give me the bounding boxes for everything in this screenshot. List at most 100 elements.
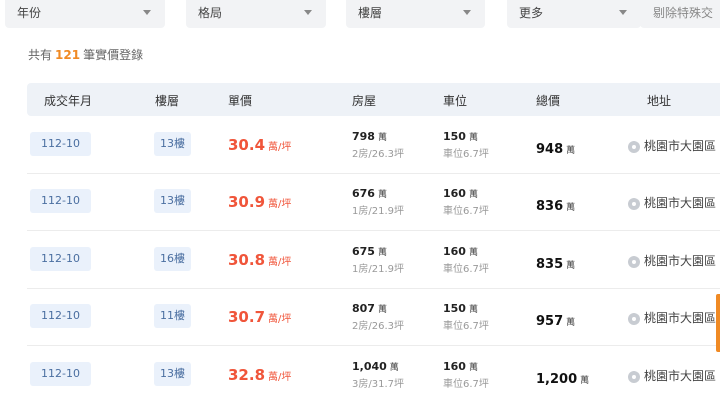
table-row[interactable]: 112-10 13樓 30.4 萬/坪 798 萬 2房/26.3坪 150 萬車位6.7坪 94… xyxy=(27,116,720,174)
total-price: 948 萬 xyxy=(536,138,575,157)
unit-price: 30.8 萬/坪 xyxy=(228,250,291,269)
date-tag: 112-10 xyxy=(30,189,91,213)
table-row[interactable]: 112-10 16樓 30.8 萬/坪 675 萬 1房/21.9坪 160 萬車位6.7坪 83… xyxy=(27,231,720,289)
unit-price: 30.4 萬/坪 xyxy=(228,135,291,154)
address[interactable]: 桃園市大園區 xyxy=(628,309,716,326)
parking-detail: 車位6.7坪 xyxy=(443,206,489,217)
parking-detail: 車位6.7坪 xyxy=(443,379,489,390)
house-cell: 798 萬 2房/26.3坪 xyxy=(352,130,404,160)
table-header: 成交年月 樓層 單價 房屋 車位 總價 地址 xyxy=(27,83,720,116)
chevron-down-icon xyxy=(463,10,471,15)
table-row[interactable]: 112-10 11樓 30.7 萬/坪 807 萬 2房/26.3坪 150 萬車位6.7坪 95… xyxy=(27,288,720,346)
unit-price-value: 30.9 xyxy=(228,193,266,211)
location-pin-icon xyxy=(628,255,640,268)
date-tag: 112-10 xyxy=(30,132,91,156)
address-text: 桃園市大園區 xyxy=(644,311,717,325)
chevron-down-icon xyxy=(143,10,151,15)
house-detail: 1房/21.9坪 xyxy=(352,206,404,217)
table-row[interactable]: 112-10 13樓 32.8 萬/坪 1,040 萬 3房/31.7坪 160 萬車位6.7坪… xyxy=(27,346,720,403)
house-price: 1,040 xyxy=(352,360,387,373)
column-header-floor[interactable]: 樓層 xyxy=(155,92,179,109)
wan-unit: 萬 xyxy=(389,363,399,373)
floating-side-tab[interactable] xyxy=(716,294,720,352)
wan-unit: 萬 xyxy=(566,146,576,156)
exclude-special-label: 剔除特殊交 xyxy=(653,6,714,20)
unit-price-unit: 萬/坪 xyxy=(268,142,292,153)
unit-price: 32.8 萬/坪 xyxy=(228,365,291,384)
floor-tag: 13樓 xyxy=(154,189,191,213)
total-price-value: 948 xyxy=(536,142,564,157)
address[interactable]: 桃園市大園區 xyxy=(628,137,716,154)
wan-unit: 萬 xyxy=(566,203,576,213)
exclude-special-toggle[interactable]: 剔除特殊交 xyxy=(640,0,720,28)
house-price: 798 xyxy=(352,130,375,143)
house-price: 675 xyxy=(352,245,375,258)
parking-price: 160 xyxy=(443,245,466,258)
parking-price: 160 xyxy=(443,187,466,200)
address-text: 桃園市大園區 xyxy=(644,139,717,153)
column-header-date[interactable]: 成交年月 xyxy=(44,92,92,109)
year-filter-label: 年份 xyxy=(17,6,42,20)
year-filter[interactable]: 年份 xyxy=(5,0,165,28)
location-pin-icon xyxy=(628,197,640,210)
column-header-parking[interactable]: 車位 xyxy=(443,92,467,109)
layout-filter[interactable]: 格局 xyxy=(186,0,326,28)
total-price: 957 萬 xyxy=(536,310,575,329)
more-filter[interactable]: 更多 xyxy=(507,0,641,28)
parking-detail: 車位6.7坪 xyxy=(443,321,489,332)
house-cell: 1,040 萬 3房/31.7坪 xyxy=(352,360,404,390)
column-header-total[interactable]: 總價 xyxy=(536,92,560,109)
floor-tag: 13樓 xyxy=(154,362,191,386)
chevron-down-icon xyxy=(619,10,627,15)
total-price-value: 1,200 xyxy=(536,372,578,387)
house-detail: 1房/21.9坪 xyxy=(352,264,404,275)
address[interactable]: 桃園市大園區 xyxy=(628,367,716,384)
total-price-value: 836 xyxy=(536,199,564,214)
date-tag: 112-10 xyxy=(30,247,91,271)
total-price: 835 萬 xyxy=(536,253,575,272)
wan-unit: 萬 xyxy=(468,133,478,143)
address[interactable]: 桃園市大園區 xyxy=(628,252,716,269)
total-price: 1,200 萬 xyxy=(536,368,589,387)
record-count: 共有 121 筆實價登錄 xyxy=(28,46,143,63)
record-count-suffix: 筆實價登錄 xyxy=(83,48,144,62)
column-header-address: 地址 xyxy=(647,94,672,108)
parking-detail: 車位6.7坪 xyxy=(443,149,489,160)
address[interactable]: 桃園市大園區 xyxy=(628,194,716,211)
address-text: 桃園市大園區 xyxy=(644,369,717,383)
total-price-value: 957 xyxy=(536,314,564,329)
unit-price: 30.9 萬/坪 xyxy=(228,192,291,211)
house-cell: 675 萬 1房/21.9坪 xyxy=(352,245,404,275)
floor-filter[interactable]: 樓層 xyxy=(346,0,485,28)
house-detail: 2房/26.3坪 xyxy=(352,321,404,332)
total-price: 836 萬 xyxy=(536,195,575,214)
record-count-prefix: 共有 xyxy=(28,48,53,62)
column-header-house[interactable]: 房屋 xyxy=(352,92,376,109)
address-text: 桃園市大園區 xyxy=(644,254,717,268)
house-detail: 2房/26.3坪 xyxy=(352,149,404,160)
layout-filter-label: 格局 xyxy=(198,6,223,20)
house-price: 807 xyxy=(352,302,375,315)
floor-tag: 13樓 xyxy=(154,132,191,156)
house-cell: 676 萬 1房/21.9坪 xyxy=(352,187,404,217)
unit-price-value: 30.7 xyxy=(228,308,266,326)
wan-unit: 萬 xyxy=(580,376,590,386)
parking-cell: 160 萬車位6.7坪 xyxy=(443,245,489,275)
unit-price-unit: 萬/坪 xyxy=(268,199,292,210)
record-count-number: 121 xyxy=(55,48,81,62)
wan-unit: 萬 xyxy=(377,305,387,315)
unit-price-unit: 萬/坪 xyxy=(268,314,292,325)
column-header-unit-price[interactable]: 單價 xyxy=(228,92,252,109)
parking-price: 150 xyxy=(443,302,466,315)
wan-unit: 萬 xyxy=(377,190,387,200)
date-tag: 112-10 xyxy=(30,304,91,328)
unit-price-unit: 萬/坪 xyxy=(268,257,292,268)
wan-unit: 萬 xyxy=(468,363,478,373)
floor-filter-label: 樓層 xyxy=(358,6,383,20)
total-price-value: 835 xyxy=(536,257,564,272)
parking-price: 150 xyxy=(443,130,466,143)
wan-unit: 萬 xyxy=(377,133,387,143)
parking-detail: 車位6.7坪 xyxy=(443,264,489,275)
table-row[interactable]: 112-10 13樓 30.9 萬/坪 676 萬 1房/21.9坪 160 萬車位6.7坪 83… xyxy=(27,173,720,231)
parking-cell: 160 萬車位6.7坪 xyxy=(443,360,489,390)
